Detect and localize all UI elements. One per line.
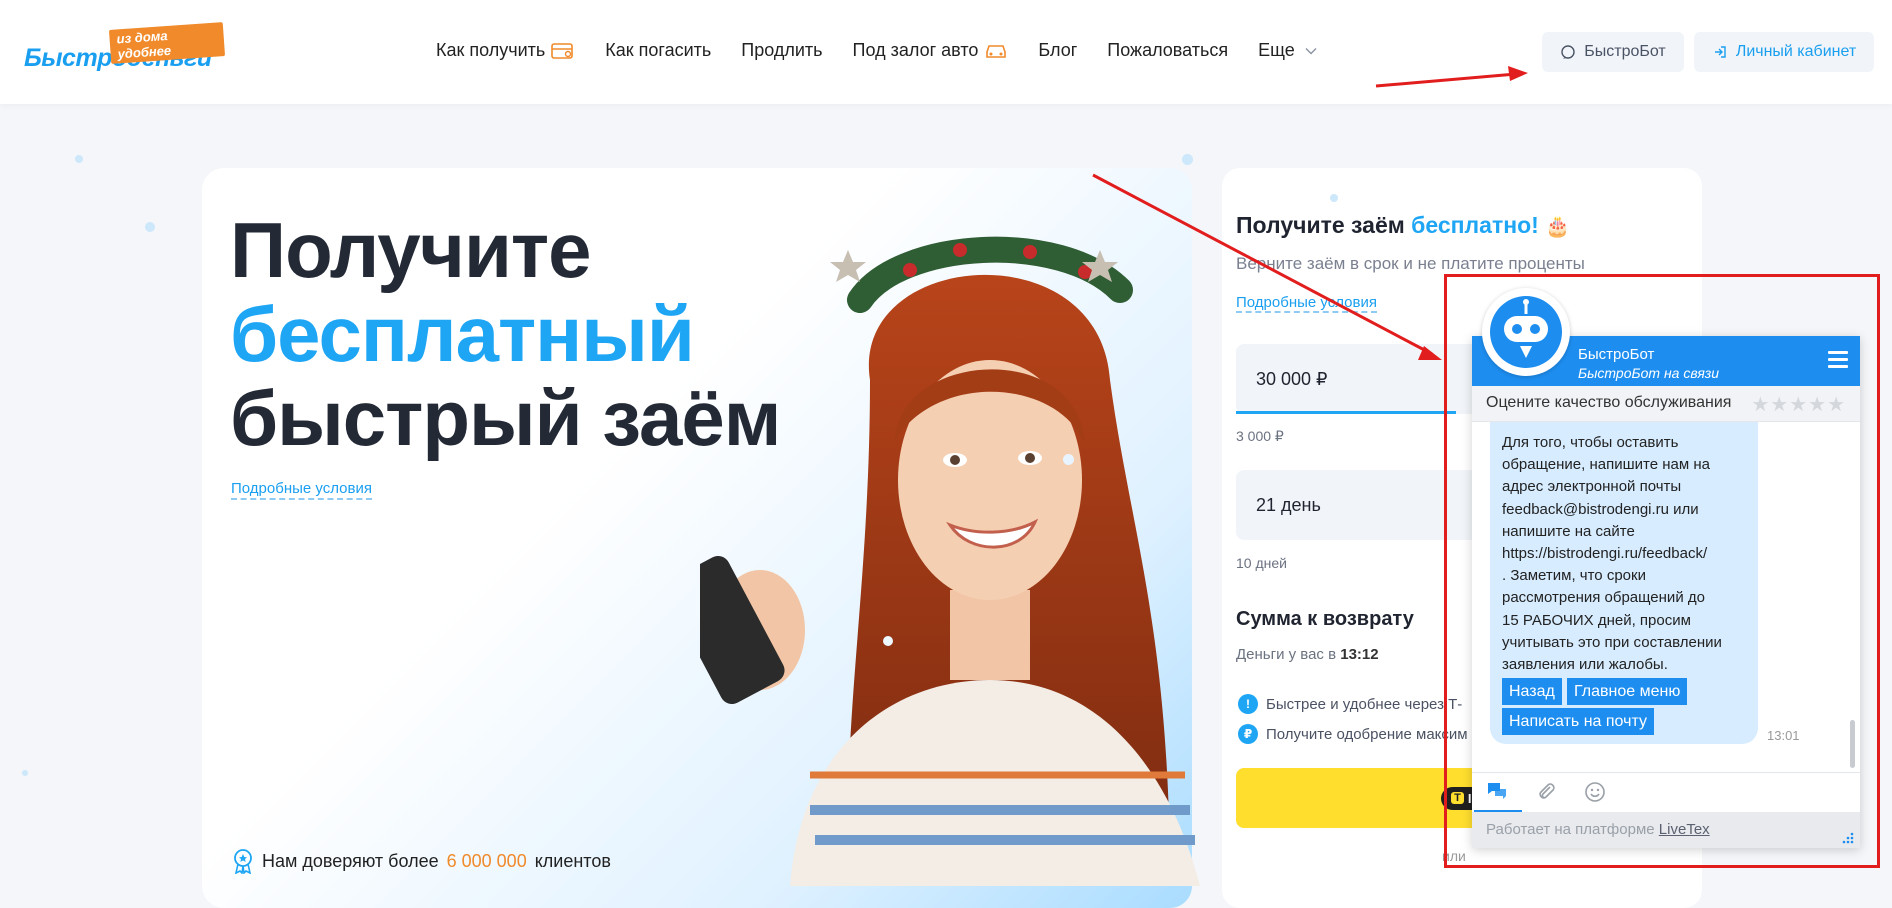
nav-label: Пожаловаться [1107, 40, 1229, 60]
nav-car-loan[interactable]: Под залог авто [853, 40, 1009, 61]
hero-line-3: быстрый заём [230, 374, 781, 462]
chevron-down-icon [1305, 47, 1317, 54]
hero-heading: Получите бесплатный быстрый заём [230, 206, 781, 462]
sum-subtitle: Деньги у вас в 13:12 [1236, 646, 1379, 663]
logo[interactable]: Быстроденьги из дома удобнее [24, 22, 226, 74]
info-icon: ! [1238, 694, 1258, 714]
ruble-icon: ₽ [1238, 724, 1258, 744]
annotation-highlight-box [1444, 274, 1880, 868]
amount-value: 30 000 ₽ [1256, 368, 1328, 389]
term-min: 10 дней [1236, 555, 1287, 571]
trust-prefix: Нам доверяют более [262, 850, 439, 871]
trust-number: 6 000 000 [446, 850, 527, 871]
nav-blog[interactable]: Блог [1038, 40, 1077, 61]
perk-approval: ₽ Получите одобрение максим [1238, 724, 1468, 744]
perk-label: Быстрее и удобнее через Т- [1266, 695, 1463, 713]
bystrobot-button[interactable]: БыстроБот [1542, 32, 1684, 72]
snowflake [1330, 194, 1338, 202]
sum-sub-time: 13:12 [1340, 646, 1379, 663]
calculator-title: Получите заём бесплатно! 🎂 [1236, 212, 1570, 239]
cake-icon: 🎂 [1545, 216, 1571, 238]
trust-line: Нам доверяют более 6 000 000 клиентов [232, 848, 611, 874]
snowflake [883, 636, 893, 646]
term-value: 21 день [1256, 494, 1321, 515]
award-icon [234, 849, 252, 874]
trust-suffix: клиентов [534, 850, 611, 871]
nav-complain[interactable]: Пожаловаться [1107, 40, 1228, 61]
snowflake [1182, 154, 1193, 165]
amount-min: 3 000 ₽ [1236, 428, 1284, 444]
perk-faster: ! Быстрее и удобнее через Т- [1238, 694, 1462, 714]
card-icon [551, 42, 574, 59]
nav-label: Под залог авто [852, 40, 979, 60]
snowflake [22, 770, 28, 776]
nav-label: Как погасить [605, 40, 712, 60]
amount-slider-track[interactable] [1236, 411, 1456, 414]
site-header: Быстроденьги из дома удобнее Как получит… [0, 0, 1892, 104]
snowflake [145, 222, 155, 232]
nav-label: Еще [1258, 40, 1295, 60]
nav-how-to-get[interactable]: Как получить [436, 40, 575, 61]
main-nav: Как получить Как погасить Продлить Под з… [436, 40, 1351, 61]
car-icon [986, 44, 1007, 58]
calculator-subtitle: Верните заём в срок и не платите процент… [1236, 254, 1585, 273]
nav-extend[interactable]: Продлить [741, 40, 822, 61]
snowflake [75, 155, 83, 163]
nav-label: Продлить [741, 40, 823, 60]
bystrobot-label: БыстроБот [1584, 43, 1666, 60]
chat-bubble-icon [1561, 45, 1575, 59]
personal-cabinet-label: Личный кабинет [1735, 43, 1857, 60]
snowflake [1063, 454, 1074, 465]
nav-label: Как получить [436, 40, 546, 60]
nav-more[interactable]: Еще [1258, 40, 1321, 61]
nav-how-to-repay[interactable]: Как погасить [605, 40, 711, 61]
hero-details-link[interactable]: Подробные условия [231, 480, 372, 500]
sum-title: Сумма к возврату [1236, 608, 1414, 630]
title-prefix: Получите заём [1236, 212, 1405, 238]
calculator-details-link[interactable]: Подробные условия [1236, 294, 1377, 313]
personal-cabinet-button[interactable]: Личный кабинет [1694, 32, 1874, 72]
hero-line-1: Получите [230, 206, 591, 294]
title-accent: бесплатно! [1411, 212, 1539, 238]
sum-sub-prefix: Деньги у вас в [1236, 646, 1337, 663]
perk-label: Получите одобрение максим [1266, 725, 1468, 743]
login-icon [1714, 46, 1726, 58]
hero-line-2: бесплатный [230, 290, 695, 378]
nav-label: Блог [1038, 40, 1078, 60]
hero-illustration [700, 236, 1200, 886]
